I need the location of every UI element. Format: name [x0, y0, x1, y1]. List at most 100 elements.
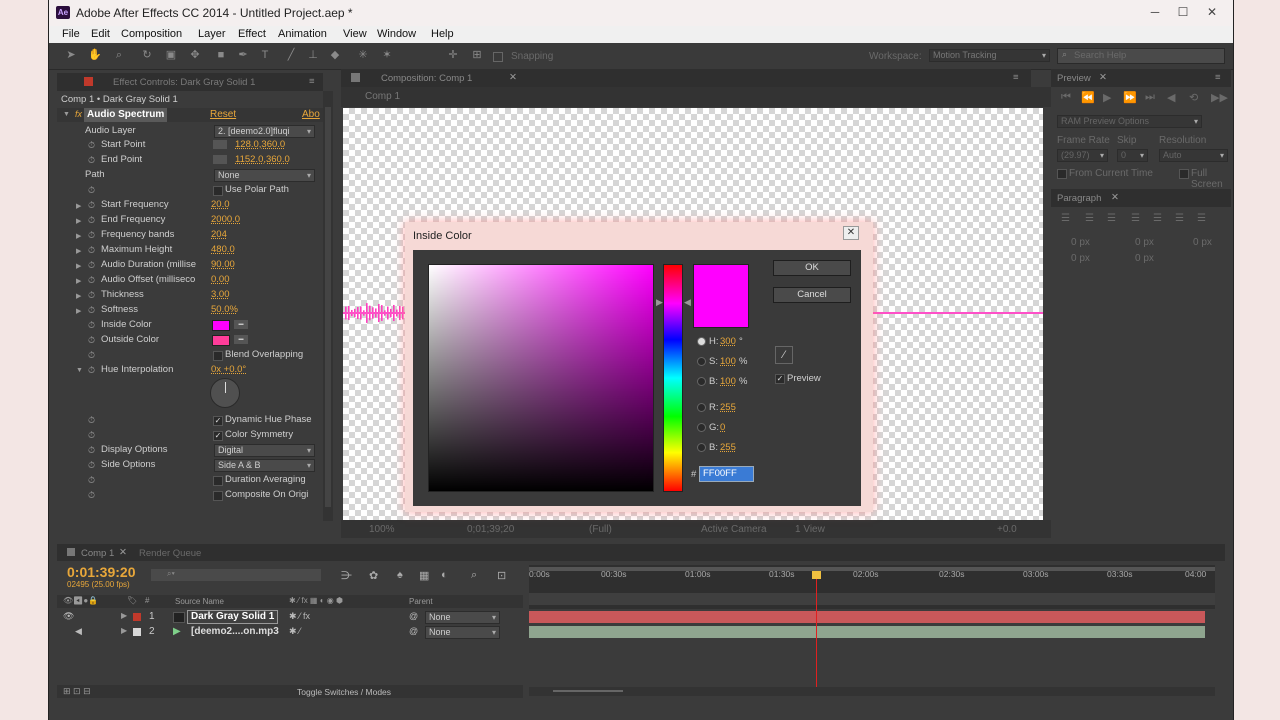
brightness-radio[interactable]: [697, 377, 706, 386]
type-tool-icon[interactable]: T: [257, 48, 273, 62]
layer-row[interactable]: ◀ ▶ 2 ▶ [deemo2....on.mp3 ✱ ⁄ @ None: [57, 625, 523, 640]
scrollbar-thumb[interactable]: [325, 107, 331, 507]
expand-triangle-icon[interactable]: ▶: [76, 202, 81, 210]
dialog-close-icon[interactable]: ✕: [843, 226, 859, 240]
prev-frame-icon[interactable]: ⏪: [1081, 91, 1095, 104]
eraser-tool-icon[interactable]: ◆: [327, 48, 343, 62]
layer-switches-icon[interactable]: ✱ ⁄: [289, 626, 301, 637]
red-value[interactable]: 255: [720, 402, 736, 413]
stopwatch-icon[interactable]: ⏱: [88, 305, 95, 316]
search-help-field[interactable]: ⌕ Search Help: [1057, 48, 1225, 64]
preview-checkbox[interactable]: ✓: [775, 374, 785, 384]
expand-triangle-icon[interactable]: ▶: [121, 611, 127, 620]
stopwatch-icon[interactable]: ⏱: [88, 490, 95, 501]
layer-switches-icon[interactable]: ✱ ⁄ fx: [289, 611, 310, 622]
render-queue-tab[interactable]: Render Queue: [139, 548, 201, 559]
stopwatch-icon[interactable]: ⏱: [88, 215, 95, 226]
playhead-handle[interactable]: [811, 571, 821, 579]
resolution-dropdown[interactable]: Auto: [1159, 149, 1228, 162]
eyedropper-icon[interactable]: ━: [234, 335, 248, 344]
parent-header[interactable]: Parent: [409, 597, 433, 606]
world-axis-icon[interactable]: ⊞: [469, 48, 485, 62]
indent-right-value[interactable]: 0 px: [1135, 237, 1154, 248]
zoom-level[interactable]: 100%: [369, 524, 395, 535]
frame-rate-dropdown[interactable]: (29.97): [1057, 149, 1108, 162]
dynamic-hue-checkbox[interactable]: ✓: [213, 416, 223, 426]
views-dropdown[interactable]: 1 View: [795, 524, 825, 535]
inside-color-swatch[interactable]: [212, 320, 230, 331]
expand-triangle-icon[interactable]: ▶: [76, 262, 81, 270]
stopwatch-icon[interactable]: ⏱: [88, 245, 95, 256]
parent-dropdown[interactable]: None: [425, 611, 500, 624]
draft-3d-icon[interactable]: ✿: [369, 569, 378, 582]
menu-window[interactable]: Window: [377, 28, 416, 40]
camera-tool-icon[interactable]: ▣: [163, 48, 179, 62]
comp-timecode[interactable]: 0;01;39;20: [467, 524, 514, 535]
layer-name[interactable]: Dark Gray Solid 1: [187, 610, 279, 624]
from-current-checkbox[interactable]: [1057, 169, 1067, 179]
graph-editor-icon[interactable]: ⌕: [471, 569, 477, 582]
frequency-bands-value[interactable]: 204: [211, 229, 227, 240]
end-point-value[interactable]: 1152.0,360.0: [235, 154, 290, 165]
ok-button[interactable]: OK: [773, 260, 851, 276]
maximum-height-value[interactable]: 480.0: [211, 244, 235, 255]
visibility-icon[interactable]: 👁: [63, 611, 74, 622]
space-after-value[interactable]: 0 px: [1135, 253, 1154, 264]
menu-animation[interactable]: Animation: [278, 28, 327, 40]
parent-dropdown[interactable]: None: [425, 626, 500, 639]
menu-effect[interactable]: Effect: [238, 28, 266, 40]
zoom-tool-icon[interactable]: ⌕: [111, 48, 127, 62]
align-center-icon[interactable]: ☰: [1085, 213, 1094, 224]
local-axis-icon[interactable]: ✛: [445, 48, 461, 62]
pickwhip-icon[interactable]: @: [409, 626, 418, 636]
stopwatch-icon[interactable]: ⏱: [88, 185, 95, 196]
stopwatch-icon[interactable]: ⏱: [88, 415, 95, 426]
align-left-icon[interactable]: ☰: [1061, 213, 1070, 224]
green-value[interactable]: 0: [720, 422, 725, 433]
hex-input[interactable]: FF00FF: [699, 466, 754, 482]
start-point-value[interactable]: 128.0,360.0: [235, 139, 285, 150]
shy-layers-icon[interactable]: ♠: [397, 569, 403, 581]
panel-menu-icon[interactable]: ≡: [1215, 72, 1221, 83]
expand-triangle-icon[interactable]: ▶: [76, 277, 81, 285]
side-options-dropdown[interactable]: Side A & B: [214, 459, 315, 472]
brightness-value[interactable]: 100: [720, 376, 736, 387]
space-before-value[interactable]: 0 px: [1071, 253, 1090, 264]
full-screen-checkbox[interactable]: [1179, 169, 1189, 179]
effect-name[interactable]: Audio Spectrum: [84, 108, 168, 122]
workspace-dropdown[interactable]: Motion Tracking: [929, 49, 1050, 62]
display-options-dropdown[interactable]: Digital: [214, 444, 315, 457]
hue-slider-right-arrow[interactable]: ◀: [684, 297, 691, 308]
audio-icon[interactable]: ◀: [1167, 91, 1175, 104]
expand-triangle-icon[interactable]: ▶: [76, 247, 81, 255]
stopwatch-icon[interactable]: ⏱: [88, 260, 95, 271]
indent-first-value[interactable]: 0 px: [1193, 237, 1212, 248]
effect-controls-tab[interactable]: Effect Controls: Dark Gray Solid 1: [113, 77, 255, 88]
stopwatch-icon[interactable]: ⏱: [88, 200, 95, 211]
close-tab-icon[interactable]: ✕: [119, 547, 127, 558]
layer-bar-solid[interactable]: [529, 611, 1205, 623]
hue-interpolation-value[interactable]: 0x +0.0°: [211, 364, 246, 375]
time-ruler[interactable]: 0:00s 00:30s 01:00s 01:30s 02:00s 02:30s…: [529, 565, 1215, 609]
expand-triangle-icon[interactable]: ▶: [76, 217, 81, 225]
paragraph-tab[interactable]: Paragraph: [1057, 193, 1101, 204]
composite-checkbox[interactable]: [213, 491, 223, 501]
softness-value[interactable]: 50.0%: [211, 304, 238, 315]
saturation-brightness-field[interactable]: [428, 264, 654, 492]
layer-label-color[interactable]: [133, 628, 141, 636]
start-frequency-value[interactable]: 20.0: [211, 199, 230, 210]
justify-all-icon[interactable]: ☰: [1197, 213, 1206, 224]
close-tab-icon[interactable]: ✕: [509, 72, 517, 83]
pan-behind-tool-icon[interactable]: ✥: [187, 48, 203, 62]
menu-view[interactable]: View: [343, 28, 367, 40]
ram-preview-dropdown[interactable]: RAM Preview Options: [1057, 115, 1202, 128]
timeline-timecode[interactable]: 0:01:39:20: [67, 564, 136, 580]
blue-value[interactable]: 255: [720, 442, 736, 453]
hand-tool-icon[interactable]: ✋: [87, 48, 103, 62]
stopwatch-icon[interactable]: ⏱: [88, 365, 95, 376]
close-icon[interactable]: ✕: [1202, 4, 1222, 20]
work-area-range[interactable]: [529, 593, 1215, 605]
align-right-icon[interactable]: ☰: [1107, 213, 1116, 224]
snapping-checkbox[interactable]: [493, 52, 503, 62]
crosshair-icon[interactable]: [213, 155, 227, 164]
